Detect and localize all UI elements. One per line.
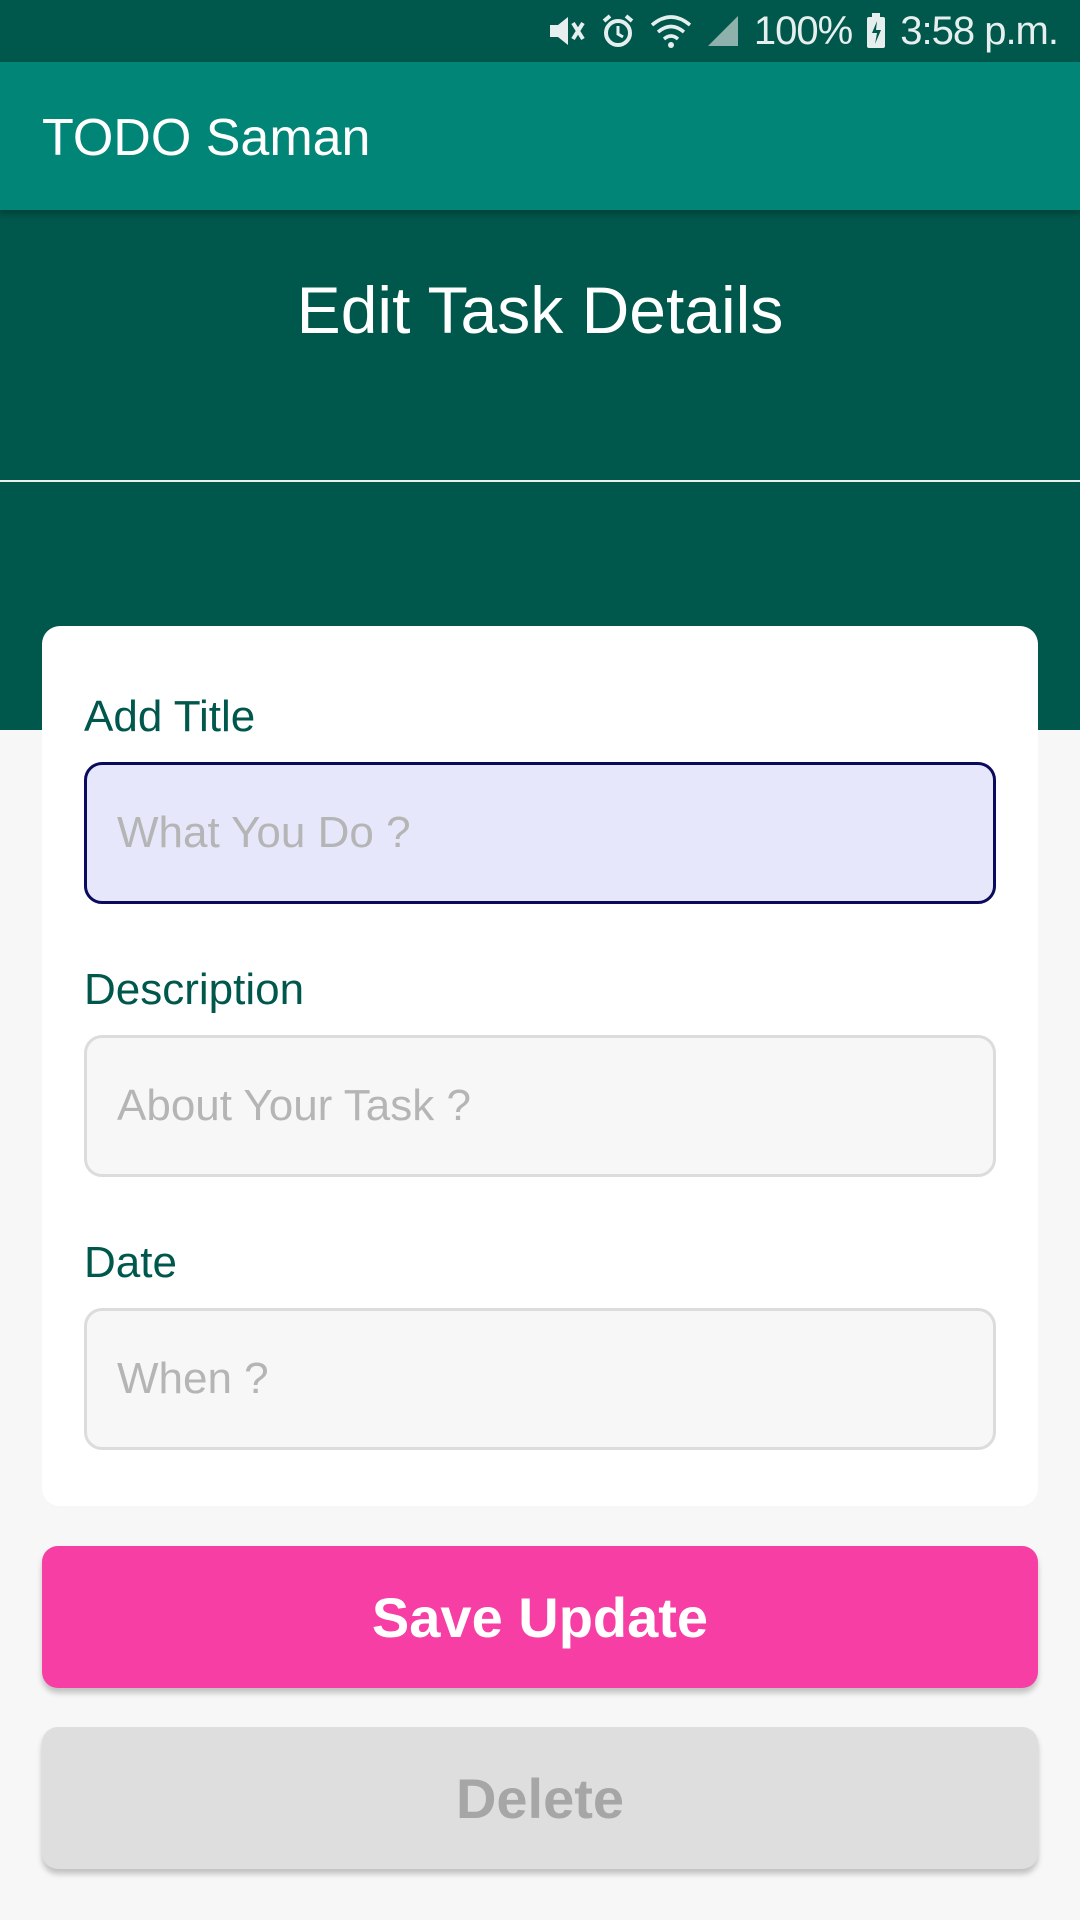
edit-task-screen: 100% 3:58 p.m. TODO Saman Edit Task Deta…: [0, 0, 1080, 1920]
status-bar: 100% 3:58 p.m.: [0, 0, 1080, 62]
header-divider: [0, 480, 1080, 482]
description-input[interactable]: [84, 1035, 996, 1177]
title-label: Add Title: [84, 692, 256, 741]
signal-icon: [706, 14, 740, 48]
description-label: Description: [84, 965, 305, 1014]
alarm-icon: [600, 13, 636, 49]
date-label: Date: [84, 1238, 177, 1287]
status-icons: 100% 3:58 p.m.: [546, 6, 1059, 56]
delete-button[interactable]: Delete: [42, 1727, 1038, 1869]
clock: 3:58 p.m.: [900, 8, 1059, 53]
app-bar: TODO Saman: [0, 62, 1080, 210]
app-title: TODO Saman: [42, 109, 371, 167]
date-input[interactable]: [84, 1308, 996, 1450]
mute-icon: [546, 13, 586, 49]
battery-charging-icon: [866, 13, 886, 49]
task-form-card: Add Title Description Date: [42, 626, 1038, 1506]
save-update-button[interactable]: Save Update: [42, 1546, 1038, 1688]
wifi-icon: [650, 13, 692, 49]
battery-percentage: 100%: [753, 8, 853, 53]
page-title: Edit Task Details: [296, 273, 784, 347]
title-input[interactable]: [84, 762, 996, 904]
